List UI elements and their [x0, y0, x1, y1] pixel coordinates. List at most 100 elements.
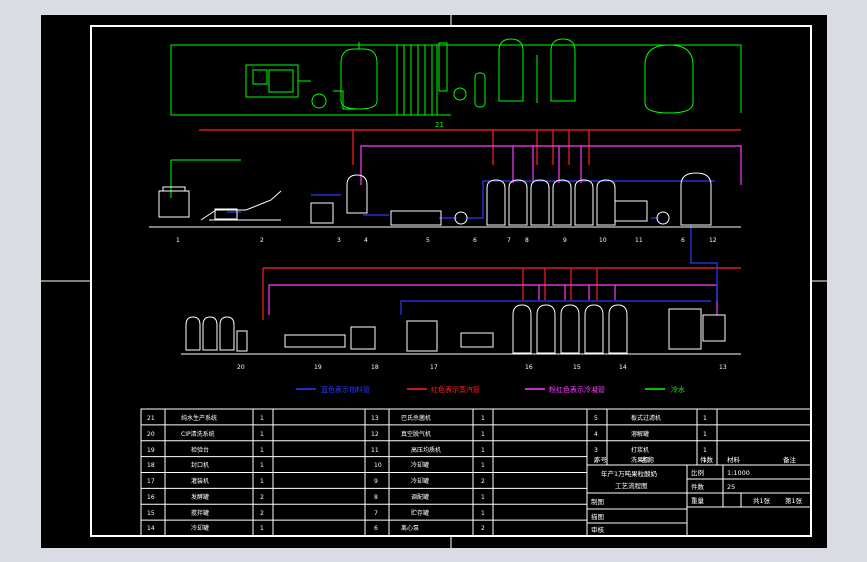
part-qty: 1 [260, 415, 264, 422]
part-no: 19 [147, 447, 155, 454]
condensate-header [268, 145, 742, 315]
station-label-water: 21 [435, 121, 444, 129]
part-name: 溶解罐 [631, 430, 649, 438]
station-label-13: 13 [719, 364, 727, 371]
legend-label-material: 蓝色表示物料管 [321, 385, 370, 394]
part-no: 4 [594, 431, 598, 438]
legend-label-cooling: 粉红色表示冷凝管 [549, 385, 605, 394]
part-no: 8 [374, 494, 378, 501]
part-qty: 1 [703, 447, 707, 454]
part-no: 13 [371, 415, 379, 422]
material-label: 材料 [727, 455, 741, 464]
viewport: 21 1 2 3 4 5 6 7 8 9 10 11 6 12 20 19 18… [0, 0, 867, 562]
part-qty: 2 [260, 494, 264, 501]
title-line2: 工艺流程图 [615, 481, 648, 490]
part-no: 7 [374, 510, 378, 517]
part-qty: 2 [481, 478, 485, 485]
station-label-1: 1 [176, 237, 180, 244]
station-label-7: 7 [507, 237, 511, 244]
part-qty: 1 [481, 510, 485, 517]
station-label-18: 18 [371, 364, 379, 371]
part-qty: 1 [481, 447, 485, 454]
part-name: 真空脱气机 [401, 430, 431, 438]
part-no: 11 [371, 447, 379, 454]
part-no: 10 [374, 462, 382, 469]
part-qty: 1 [260, 431, 264, 438]
title-block: 年产1万吨果粒酸奶 工艺流程图 比例 1:1000 件数 25 材料 备注 重量… [591, 455, 803, 534]
count-label: 共1张 [753, 496, 771, 505]
part-qty: 1 [260, 478, 264, 485]
part-no: 18 [147, 462, 155, 469]
part-name: 搅拌罐 [191, 509, 209, 517]
review-label: 审核 [591, 525, 605, 534]
part-no: 16 [147, 494, 155, 501]
part-no: 20 [147, 431, 155, 438]
station-label-19: 19 [314, 364, 322, 371]
station-labels: 1 2 3 4 5 6 7 8 9 10 11 6 12 20 19 18 17… [176, 237, 727, 371]
part-no: 21 [147, 415, 155, 422]
part-qty: 1 [260, 462, 264, 469]
part-name: 巴氏杀菌机 [401, 414, 431, 422]
part-no: 14 [147, 525, 155, 532]
parts-table [140, 408, 812, 537]
col-no: 序号 [594, 455, 608, 464]
title-line1: 年产1万吨果粒酸奶 [601, 469, 658, 478]
steam-header [199, 129, 741, 320]
part-qty: 1 [703, 431, 707, 438]
part-name: 贮存罐 [411, 509, 429, 517]
page-label: 第1张 [785, 496, 803, 505]
scale-value: 1:1000 [727, 469, 750, 477]
station-label-4: 4 [364, 237, 368, 244]
part-name: 板式过滤机 [631, 414, 661, 422]
station-label-9: 9 [563, 237, 567, 244]
legend-label-water: 冷水 [671, 385, 685, 394]
col-qty: 件数 [700, 455, 714, 464]
station-label-6a: 6 [473, 237, 477, 244]
scale-label: 比例 [691, 468, 704, 477]
part-no: 12 [371, 431, 379, 438]
drawing-sheet: 21 1 2 3 4 5 6 7 8 9 10 11 6 12 20 19 18… [41, 15, 827, 548]
part-name: 发酵罐 [191, 493, 209, 501]
part-name: 冷却罐 [411, 461, 429, 469]
station-label-12: 12 [709, 237, 717, 244]
water-treatment-system [170, 38, 742, 198]
station-label-3: 3 [337, 237, 341, 244]
part-name: 冷却罐 [411, 477, 429, 485]
part-no: 5 [594, 415, 598, 422]
row2-equipment [181, 304, 741, 355]
part-name: 调配罐 [411, 493, 429, 501]
station-label-2: 2 [260, 237, 264, 244]
station-label-8: 8 [525, 237, 529, 244]
station-label-6b: 6 [681, 237, 685, 244]
part-name: 打浆机 [631, 446, 649, 454]
part-qty: 2 [481, 525, 485, 532]
drawn-label: 制图 [591, 497, 604, 506]
part-qty: 1 [260, 525, 264, 532]
weight-label: 重量 [691, 497, 705, 505]
part-name: 灌装机 [191, 477, 209, 485]
note-label: 备注 [783, 455, 797, 464]
process-flow-drawing: 21 1 2 3 4 5 6 7 8 9 10 11 6 12 20 19 18… [41, 15, 827, 548]
col-name: 名称 [641, 455, 655, 464]
part-qty: 2 [260, 510, 264, 517]
station-label-20: 20 [237, 364, 245, 371]
station-label-10: 10 [599, 237, 607, 244]
part-no: 3 [594, 447, 598, 454]
station-label-11: 11 [635, 237, 643, 244]
part-no: 6 [374, 525, 378, 532]
part-qty: 1 [481, 415, 485, 422]
part-qty: 1 [481, 494, 485, 501]
legend-label-steam: 红色表示蒸汽管 [431, 385, 480, 394]
station-label-14: 14 [619, 364, 627, 371]
station-label-5: 5 [426, 237, 430, 244]
sheet-label: 件数 [691, 482, 705, 491]
sheet-value: 25 [727, 483, 735, 491]
part-name: 封口机 [191, 461, 209, 469]
part-name: CIP清洗系统 [181, 430, 215, 438]
legend: 蓝色表示物料管 红色表示蒸汽管 粉红色表示冷凝管 冷水 [296, 385, 685, 394]
part-name: 纯水生产系统 [181, 414, 217, 422]
part-no: 17 [147, 478, 155, 485]
part-name: 冷却罐 [191, 524, 209, 532]
part-qty: 1 [260, 447, 264, 454]
part-name: 检验台 [191, 446, 209, 454]
